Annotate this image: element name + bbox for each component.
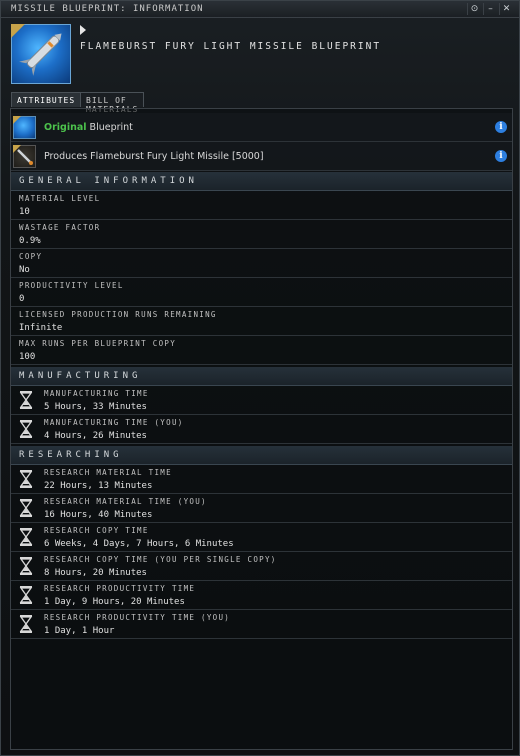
attribute-row: RESEARCH COPY TIME (YOU PER SINGLE COPY)…	[11, 552, 512, 581]
attribute-label: PRODUCTIVITY LEVEL	[19, 281, 124, 290]
attribute-value: Infinite	[19, 323, 63, 333]
attribute-row: MANUFACTURING TIME 5 Hours, 33 Minutes	[11, 386, 512, 415]
hourglass-icon	[19, 615, 33, 633]
attribute-value: 22 Hours, 13 Minutes	[44, 481, 153, 491]
item-name: FLAMEBURST FURY LIGHT MISSILE BLUEPRINT	[80, 41, 382, 52]
attribute-row: RESEARCH MATERIAL TIME (YOU) 16 Hours, 4…	[11, 494, 512, 523]
attribute-value: 10	[19, 207, 30, 217]
attribute-row: WASTAGE FACTOR 0.9%	[11, 220, 512, 249]
attribute-label: RESEARCH PRODUCTIVITY TIME	[44, 584, 196, 593]
attribute-value: 1 Day, 9 Hours, 20 Minutes	[44, 597, 185, 607]
section-title: GENERAL INFORMATION	[19, 176, 198, 186]
info-icon[interactable]: i	[495, 121, 507, 133]
attribute-label: MANUFACTURING TIME	[44, 389, 149, 398]
original-label: Original	[44, 122, 87, 133]
attribute-label: LICENSED PRODUCTION RUNS REMAINING	[19, 310, 217, 319]
original-row: Original Blueprint i	[11, 113, 512, 142]
attribute-value: 0.9%	[19, 236, 41, 246]
section-manufacturing: MANUFACTURING	[11, 367, 512, 386]
attribute-row: PRODUCTIVITY LEVEL 0	[11, 278, 512, 307]
attribute-label: RESEARCH MATERIAL TIME	[44, 468, 172, 477]
hourglass-icon	[19, 470, 33, 488]
section-researching: RESEARCHING	[11, 446, 512, 465]
info-window: MISSILE BLUEPRINT: INFORMATION ⊙ – ✕ FLA…	[0, 0, 520, 756]
attribute-row: RESEARCH MATERIAL TIME 22 Hours, 13 Minu…	[11, 465, 512, 494]
section-title: RESEARCHING	[19, 450, 123, 460]
window-options-button[interactable]: ⊙	[467, 3, 481, 15]
attribute-row: RESEARCH PRODUCTIVITY TIME (YOU) 1 Day, …	[11, 610, 512, 639]
tab-bill-of-materials[interactable]: BILL OF MATERIALS	[80, 92, 145, 114]
attribute-label: RESEARCH PRODUCTIVITY TIME (YOU)	[44, 613, 231, 622]
hourglass-icon	[19, 557, 33, 575]
hourglass-icon	[19, 528, 33, 546]
attributes-panel: Original Blueprint i Produces Flameburst…	[10, 108, 513, 750]
attribute-row: MATERIAL LEVEL 10	[11, 191, 512, 220]
hourglass-icon	[19, 499, 33, 517]
attribute-row: RESEARCH COPY TIME 6 Weeks, 4 Days, 7 Ho…	[11, 523, 512, 552]
section-title: MANUFACTURING	[19, 371, 142, 381]
attribute-value: No	[19, 265, 30, 275]
attribute-label: WASTAGE FACTOR	[19, 223, 101, 232]
hourglass-icon	[19, 586, 33, 604]
attribute-value: 5 Hours, 33 Minutes	[44, 402, 147, 412]
attribute-value: 4 Hours, 26 Minutes	[44, 431, 147, 441]
hourglass-icon	[19, 391, 33, 409]
hourglass-icon	[19, 420, 33, 438]
blueprint-icon[interactable]	[11, 24, 71, 84]
tab-attributes[interactable]: ATTRIBUTES	[11, 92, 82, 107]
original-text: Original Blueprint	[44, 122, 133, 133]
attribute-value: 100	[19, 352, 36, 362]
attribute-label: MAX RUNS PER BLUEPRINT COPY	[19, 339, 177, 348]
produces-text: Produces Flameburst Fury Light Missile […	[44, 151, 264, 162]
attribute-label: RESEARCH COPY TIME	[44, 526, 149, 535]
attribute-label: RESEARCH COPY TIME (YOU PER SINGLE COPY)	[44, 555, 277, 564]
attribute-row: COPY No	[11, 249, 512, 278]
section-general-information: GENERAL INFORMATION	[11, 172, 512, 191]
blueprint-label: Blueprint	[89, 122, 133, 133]
attribute-value: 8 Hours, 20 Minutes	[44, 568, 147, 578]
attribute-row: MAX RUNS PER BLUEPRINT COPY 100	[11, 336, 512, 365]
attribute-value: 16 Hours, 40 Minutes	[44, 510, 153, 520]
attribute-row: MANUFACTURING TIME (YOU) 4 Hours, 26 Min…	[11, 415, 512, 444]
window-minimize-button[interactable]: –	[483, 3, 497, 15]
attribute-value: 1 Day, 1 Hour	[44, 626, 115, 636]
info-icon[interactable]: i	[495, 150, 507, 162]
attribute-label: RESEARCH MATERIAL TIME (YOU)	[44, 497, 207, 506]
attribute-value: 6 Weeks, 4 Days, 7 Hours, 6 Minutes	[44, 539, 234, 549]
expand-arrow-icon[interactable]	[80, 25, 86, 35]
attribute-label: MANUFACTURING TIME (YOU)	[44, 418, 184, 427]
produces-row: Produces Flameburst Fury Light Missile […	[11, 142, 512, 171]
attribute-row: LICENSED PRODUCTION RUNS REMAINING Infin…	[11, 307, 512, 336]
window-title: MISSILE BLUEPRINT: INFORMATION	[11, 4, 204, 14]
missile-icon	[13, 145, 36, 168]
attribute-value: 0	[19, 294, 25, 304]
attribute-label: MATERIAL LEVEL	[19, 194, 101, 203]
attribute-label: COPY	[19, 252, 43, 261]
attribute-row: RESEARCH PRODUCTIVITY TIME 1 Day, 9 Hour…	[11, 581, 512, 610]
window-close-button[interactable]: ✕	[499, 3, 513, 15]
blueprint-icon	[13, 116, 36, 139]
window-titlebar[interactable]: MISSILE BLUEPRINT: INFORMATION ⊙ – ✕	[1, 1, 519, 18]
